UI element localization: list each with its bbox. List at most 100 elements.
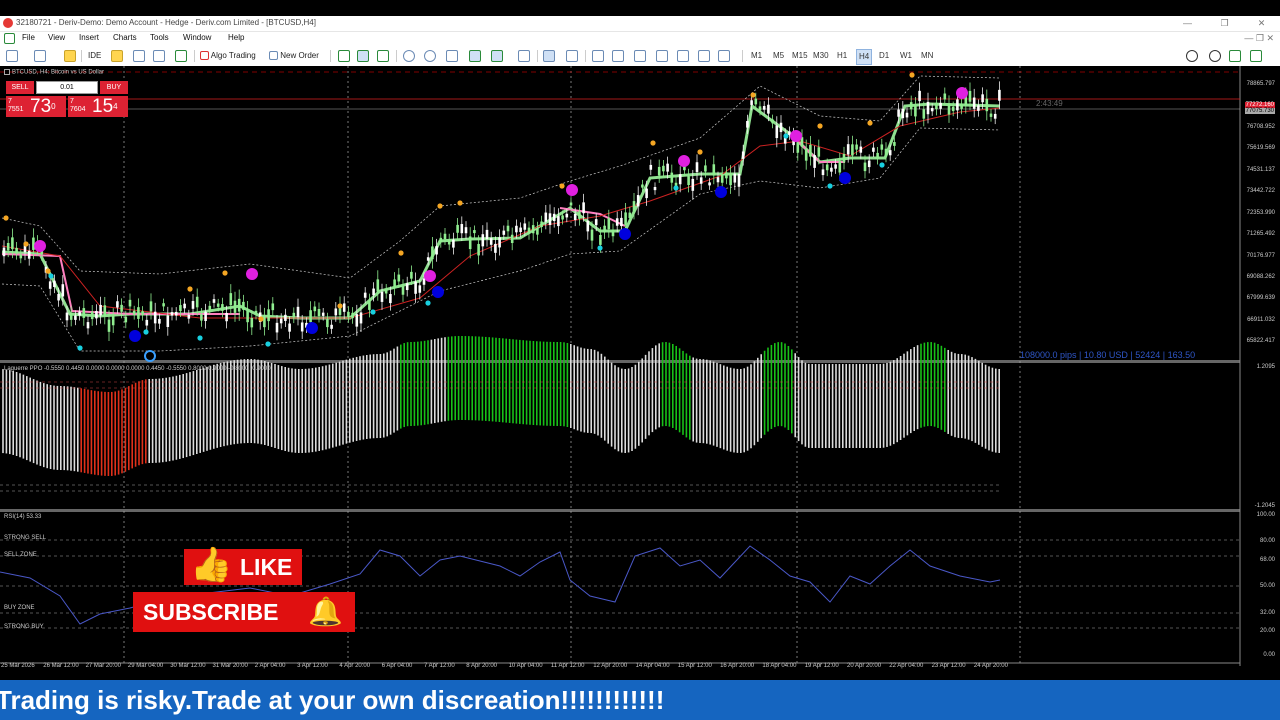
chart-type-icon[interactable] <box>6 49 18 63</box>
candle-body <box>565 213 569 218</box>
signal-marker <box>790 130 802 142</box>
menu-view[interactable]: View <box>48 33 65 42</box>
community-icon[interactable] <box>1250 49 1262 63</box>
time-axis-label: 22 Apr 04:00 <box>889 663 924 669</box>
candle-body <box>725 172 728 179</box>
candles-icon[interactable] <box>357 49 369 63</box>
candle-body <box>296 306 300 318</box>
market-watch-icon[interactable] <box>64 49 76 63</box>
candle-body <box>540 221 543 228</box>
candle-body <box>82 308 86 318</box>
candle-body <box>754 98 758 105</box>
candle-body <box>359 312 363 324</box>
shapes-icon[interactable] <box>718 49 730 63</box>
rsi-axis-label: 50.00 <box>1259 583 1275 589</box>
menu-bar: File View Insert Charts Tools Window Hel… <box>0 32 1280 46</box>
cursor-icon[interactable] <box>543 49 555 63</box>
signals-icon[interactable] <box>153 49 165 63</box>
buy-price[interactable]: 7 7604 154 <box>68 96 128 117</box>
menu-charts[interactable]: Charts <box>113 33 137 42</box>
timeframe-h1[interactable]: H1 <box>837 49 847 63</box>
sell-price[interactable]: 7 7551 730 <box>6 96 66 117</box>
candle-body <box>422 278 426 285</box>
candle-body <box>859 146 863 153</box>
timeframe-h4[interactable]: H4 <box>856 49 873 65</box>
menu-help[interactable]: Help <box>228 33 244 42</box>
text-tool-icon[interactable] <box>698 49 710 63</box>
candle-body <box>468 236 472 250</box>
chart-shift-icon[interactable] <box>491 49 503 63</box>
menu-file[interactable]: File <box>22 33 35 42</box>
cloud-icon[interactable] <box>133 49 145 63</box>
close-button[interactable]: ✕ <box>1243 16 1280 31</box>
buy-button[interactable]: BUY <box>100 81 128 94</box>
arrow-marker <box>187 286 193 292</box>
candle-body <box>888 150 892 156</box>
zoom-in-icon[interactable] <box>403 49 415 63</box>
bar-chart-icon[interactable] <box>338 49 350 63</box>
screenshot-icon[interactable] <box>518 49 530 63</box>
minimize-button[interactable]: — <box>1169 16 1206 31</box>
price-axis-label: 73442.722 <box>1246 188 1275 194</box>
channel-icon[interactable] <box>656 49 668 63</box>
timeframe-mn[interactable]: MN <box>921 49 933 63</box>
menu-window[interactable]: Window <box>183 33 211 42</box>
timeframe-w1[interactable]: W1 <box>900 49 912 63</box>
price-axis-label: 66911.032 <box>1247 317 1275 323</box>
autoscroll-icon[interactable] <box>469 49 481 63</box>
menu-tools[interactable]: Tools <box>150 33 169 42</box>
vps-icon[interactable] <box>175 49 187 63</box>
trendline-icon[interactable] <box>634 49 646 63</box>
lock-icon[interactable] <box>111 49 123 63</box>
candle-body <box>834 164 837 169</box>
candle-body <box>918 90 921 102</box>
line-chart-icon[interactable] <box>377 49 389 63</box>
fibonacci-icon[interactable] <box>677 49 689 63</box>
account-icon[interactable] <box>1209 49 1221 63</box>
zoom-out-icon[interactable] <box>424 49 436 63</box>
time-axis-label: 30 Mar 12:00 <box>170 663 206 669</box>
restore-button[interactable]: ❐ <box>1206 16 1243 31</box>
sell-button[interactable]: SELL <box>6 81 34 94</box>
candle-body <box>326 319 329 328</box>
arrow-marker <box>3 215 9 221</box>
candle-body <box>204 311 207 321</box>
notifications-icon[interactable] <box>1229 49 1241 63</box>
app-menu-icon[interactable] <box>4 33 15 44</box>
timeframe-m5[interactable]: M5 <box>773 49 784 63</box>
timeframe-m30[interactable]: M30 <box>813 49 829 63</box>
timeframe-m1[interactable]: M1 <box>751 49 762 63</box>
profiles-icon[interactable] <box>34 49 46 63</box>
signal-marker <box>566 184 578 196</box>
new-order-button[interactable]: New Order <box>269 49 319 63</box>
candle-body <box>737 173 741 187</box>
menu-close-icon[interactable]: — ❐ ✕ <box>1244 33 1274 44</box>
timeframe-d1[interactable]: D1 <box>879 49 889 63</box>
time-axis-label: 16 Apr 20:00 <box>720 663 755 669</box>
crosshair-icon[interactable] <box>566 49 578 63</box>
arrow-marker <box>425 300 431 306</box>
candle-body <box>19 254 23 259</box>
arrow-marker <box>909 72 915 78</box>
timeframe-m15[interactable]: M15 <box>792 49 808 63</box>
search-icon[interactable] <box>1186 49 1198 63</box>
menu-insert[interactable]: Insert <box>79 33 99 42</box>
candle-body <box>985 98 989 112</box>
time-axis-label: 3 Apr 12:00 <box>297 663 328 669</box>
grid-icon[interactable] <box>446 49 458 63</box>
candle-body <box>372 288 375 296</box>
horizontal-line-icon[interactable] <box>612 49 624 63</box>
candle-body <box>989 113 993 117</box>
vertical-line-icon[interactable] <box>592 49 604 63</box>
candle-body <box>893 142 896 146</box>
candle-body <box>636 195 640 207</box>
candle-body <box>901 108 905 119</box>
candle-body <box>393 279 396 289</box>
candle-body <box>830 167 833 172</box>
new-order-label: New Order <box>280 51 319 60</box>
candle-body <box>271 303 275 311</box>
algo-trading-button[interactable]: Algo Trading <box>200 49 256 63</box>
candle-body <box>720 174 724 183</box>
ide-button[interactable]: IDE <box>88 49 101 63</box>
lot-size-input[interactable]: 0.01 <box>36 81 98 94</box>
